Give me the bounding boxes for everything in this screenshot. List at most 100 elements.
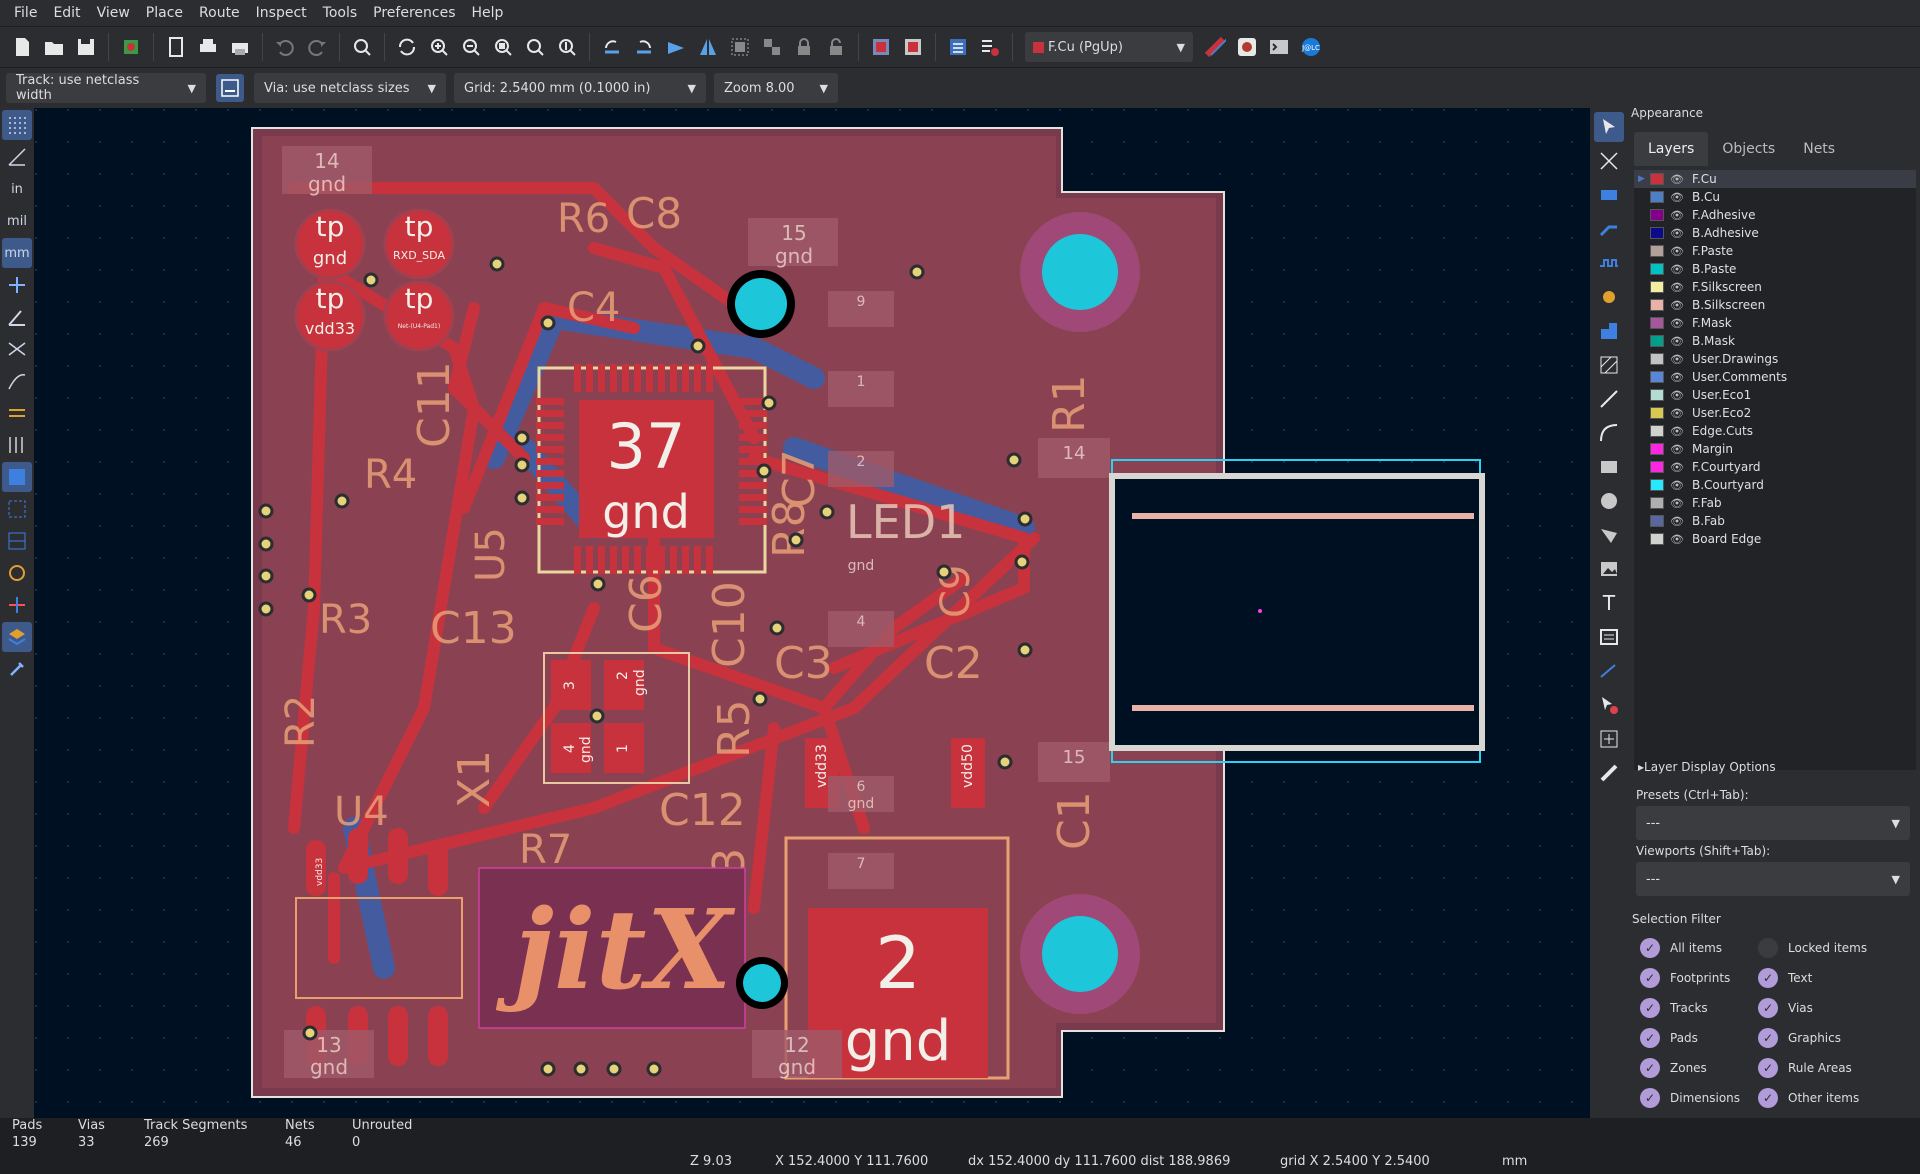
lock-icon[interactable] (790, 33, 818, 61)
jlcpcb-plugin-icon[interactable]: J@LC (1297, 33, 1325, 61)
layer-row[interactable]: 👁 User.Drawings (1634, 350, 1916, 368)
menu-inspect[interactable]: Inspect (248, 0, 315, 26)
zoom-fit-icon[interactable] (489, 33, 517, 61)
zone-fill-icon[interactable] (2, 462, 32, 492)
zoom-out-icon[interactable] (457, 33, 485, 61)
layer-color-swatch[interactable] (1650, 245, 1664, 257)
draw-circle-icon[interactable] (1594, 486, 1624, 516)
draw-line-icon[interactable] (1594, 384, 1624, 414)
checkbox-icon[interactable]: ✓ (1758, 1058, 1778, 1078)
units-inch-button[interactable]: in (2, 174, 32, 204)
visibility-eye-icon[interactable]: 👁 (1670, 227, 1686, 240)
layer-color-swatch[interactable] (1650, 191, 1664, 203)
layer-color-swatch[interactable] (1650, 461, 1664, 473)
checkbox-icon[interactable]: ✓ (1640, 1028, 1660, 1048)
add-image-icon[interactable] (1594, 554, 1624, 584)
layer-row[interactable]: 👁 User.Eco2 (1634, 404, 1916, 422)
layer-color-swatch[interactable] (1650, 425, 1664, 437)
rotate-ccw-icon[interactable] (598, 33, 626, 61)
visibility-eye-icon[interactable]: 👁 (1670, 281, 1686, 294)
layer-color-swatch[interactable] (1650, 353, 1664, 365)
visibility-eye-icon[interactable]: 👁 (1670, 191, 1686, 204)
find-icon[interactable] (348, 33, 376, 61)
layer-row[interactable]: 👁 B.Mask (1634, 332, 1916, 350)
filter-dimensions[interactable]: ✓ Dimensions (1640, 1088, 1740, 1108)
layer-row[interactable]: 👁 F.Paste (1634, 242, 1916, 260)
redo-icon[interactable] (303, 33, 331, 61)
layer-row[interactable]: 👁 F.Courtyard (1634, 458, 1916, 476)
filter-locked-items[interactable]: Locked items (1758, 938, 1867, 958)
draw-polygon-icon[interactable] (1594, 520, 1624, 550)
visibility-eye-icon[interactable]: 👁 (1670, 317, 1686, 330)
layer-color-swatch[interactable] (1650, 281, 1664, 293)
menu-preferences[interactable]: Preferences (365, 0, 463, 26)
undo-icon[interactable] (271, 33, 299, 61)
checkbox-icon[interactable]: ✓ (1758, 1088, 1778, 1108)
checkbox-icon[interactable]: ✓ (1758, 998, 1778, 1018)
layer-row[interactable]: 👁 F.Fab (1634, 494, 1916, 512)
track-mode-icon[interactable] (2, 398, 32, 428)
zone-outline-icon[interactable] (2, 494, 32, 524)
layer-row[interactable]: 👁 Edge.Cuts (1634, 422, 1916, 440)
group-icon[interactable] (726, 33, 754, 61)
layer-color-swatch[interactable] (1650, 533, 1664, 545)
save-icon[interactable] (72, 33, 100, 61)
layer-row[interactable]: 👁 B.Fab (1634, 512, 1916, 530)
measure-tool-icon[interactable] (1594, 758, 1624, 788)
mirror-icon[interactable] (694, 33, 722, 61)
layer-color-swatch[interactable] (1650, 299, 1664, 311)
filter-tracks[interactable]: ✓ Tracks (1640, 998, 1708, 1018)
active-layer-select[interactable]: F.Cu (PgUp) ▼ (1025, 32, 1193, 62)
visibility-eye-icon[interactable]: 👁 (1670, 389, 1686, 402)
add-textbox-icon[interactable] (1594, 622, 1624, 652)
visibility-eye-icon[interactable]: 👁 (1670, 209, 1686, 222)
zoom-selection-icon[interactable] (553, 33, 581, 61)
layer-color-swatch[interactable] (1650, 443, 1664, 455)
layer-color-swatch[interactable] (1650, 173, 1664, 185)
visibility-eye-icon[interactable]: 👁 (1670, 533, 1686, 546)
grid-origin-icon[interactable] (1594, 724, 1624, 754)
draw-arc-icon[interactable] (1594, 418, 1624, 448)
properties-icon[interactable] (2, 654, 32, 684)
visibility-eye-icon[interactable]: 👁 (1670, 425, 1686, 438)
visibility-eye-icon[interactable]: 👁 (1670, 335, 1686, 348)
add-via-icon[interactable] (1594, 282, 1624, 312)
netlist-icon[interactable] (944, 33, 972, 61)
page-settings-icon[interactable] (162, 33, 190, 61)
print-icon[interactable] (194, 33, 222, 61)
tab-nets[interactable]: Nets (1789, 132, 1849, 166)
filter-rule-areas[interactable]: ✓ Rule Areas (1758, 1058, 1852, 1078)
filter-pads[interactable]: ✓ Pads (1640, 1028, 1698, 1048)
ratsnest-icon[interactable] (2, 334, 32, 364)
menu-help[interactable]: Help (464, 0, 512, 26)
layer-color-swatch[interactable] (1650, 335, 1664, 347)
pad-sketch-icon[interactable] (2, 558, 32, 588)
layer-color-swatch[interactable] (1650, 227, 1664, 239)
scripting-icon[interactable] (1233, 33, 1261, 61)
draw-rectangle-icon[interactable] (1594, 452, 1624, 482)
layer-color-swatch[interactable] (1650, 371, 1664, 383)
filter-vias[interactable]: ✓ Vias (1758, 998, 1813, 1018)
visibility-eye-icon[interactable]: 👁 (1670, 245, 1686, 258)
layers-manager-icon[interactable] (2, 622, 32, 652)
filter-text[interactable]: ✓ Text (1758, 968, 1812, 988)
checkbox-icon[interactable]: ✓ (1640, 998, 1660, 1018)
checkbox-icon[interactable]: ✓ (1758, 1028, 1778, 1048)
checkbox-icon[interactable]: ✓ (1640, 1088, 1660, 1108)
layer-row[interactable]: 👁 F.Mask (1634, 314, 1916, 332)
layer-color-swatch[interactable] (1650, 407, 1664, 419)
menu-route[interactable]: Route (191, 0, 248, 26)
layer-color-swatch[interactable] (1650, 209, 1664, 221)
layer-row[interactable]: 👁 B.Cu (1634, 188, 1916, 206)
add-text-icon[interactable]: T (1594, 588, 1624, 618)
new-board-icon[interactable] (8, 33, 36, 61)
viewports-select[interactable]: --- ▼ (1636, 862, 1910, 896)
zoom-objects-icon[interactable] (521, 33, 549, 61)
tab-objects[interactable]: Objects (1708, 132, 1789, 166)
angle-constraint-icon[interactable] (2, 302, 32, 332)
layer-color-swatch[interactable] (1650, 497, 1664, 509)
filter-footprints[interactable]: ✓ Footprints (1640, 968, 1730, 988)
rotate-cw-icon[interactable] (630, 33, 658, 61)
via-size-select[interactable]: Via: use netclass sizes ▼ (254, 73, 446, 103)
layer-row[interactable]: 👁 User.Eco1 (1634, 386, 1916, 404)
